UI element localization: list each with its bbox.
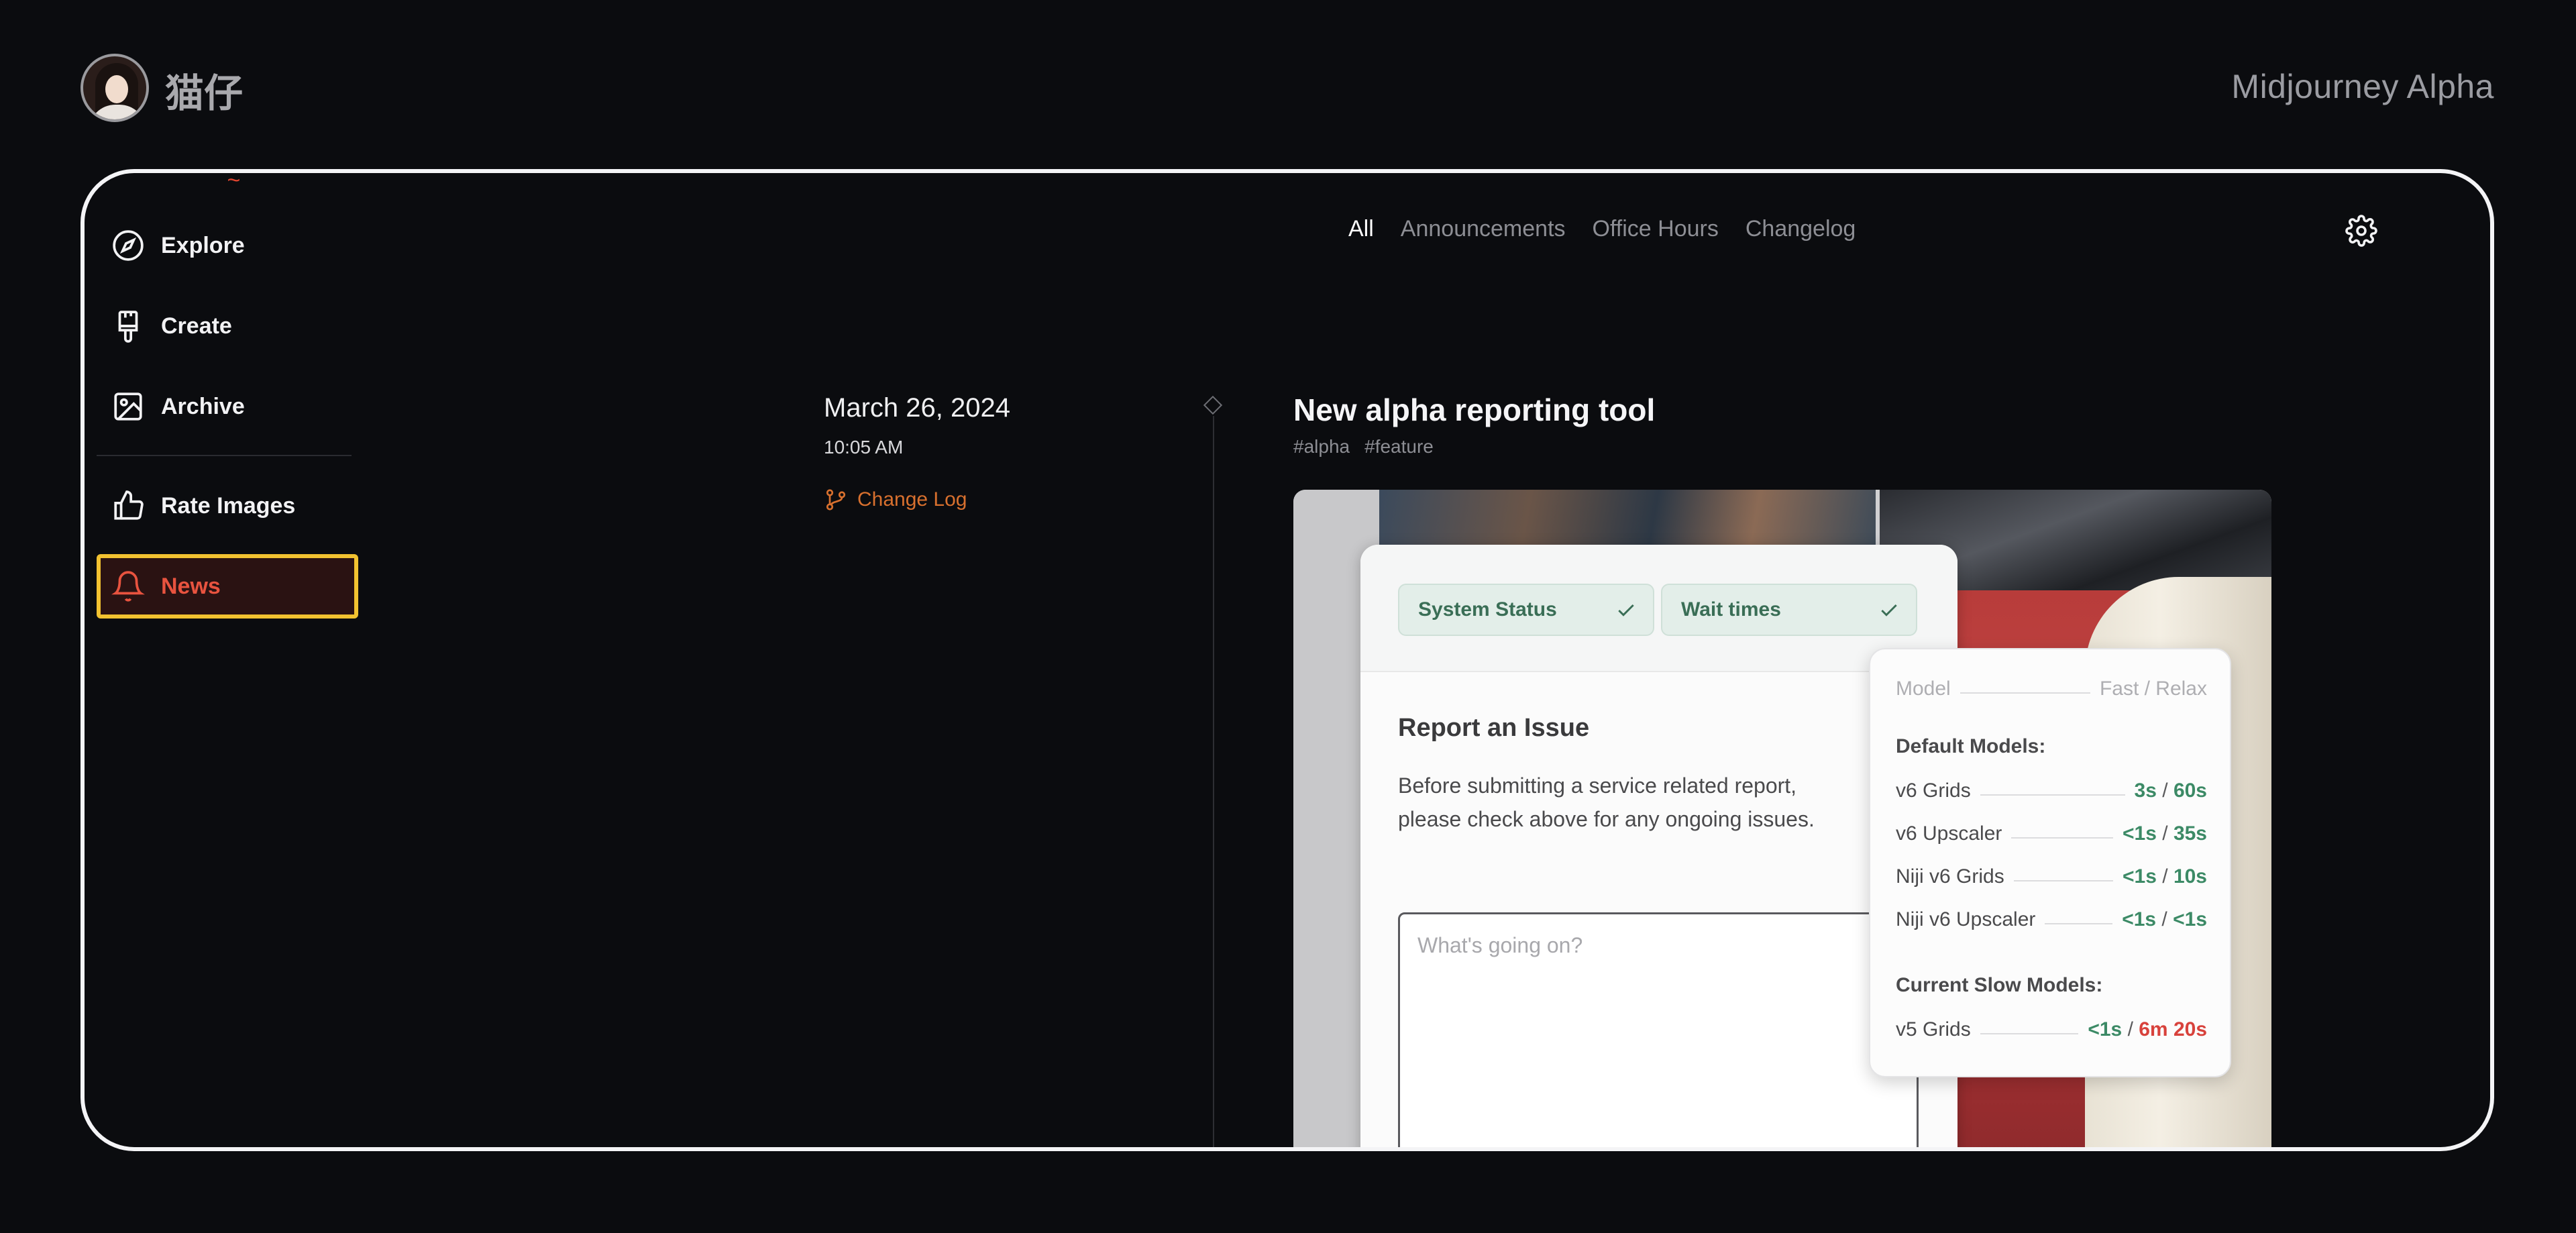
slow-models-heading: Current Slow Models: — [1896, 974, 2103, 996]
thumbs-up-icon — [114, 490, 144, 520]
model-row: v5 Grids <1s / 6m 20s — [1896, 1018, 2207, 1040]
sidebar-item-news[interactable]: News — [97, 554, 358, 619]
top-bar: 猫仔 Midjourney Alpha — [0, 0, 2576, 168]
tab-office-hours[interactable]: Office Hours — [1593, 216, 1719, 242]
fast-time: <1s — [2123, 865, 2157, 888]
model-row: Niji v6 Upscaler <1s / <1s — [1896, 908, 2207, 930]
post-tag[interactable]: #feature — [1364, 436, 1434, 458]
wait-times-popover: Model Fast / Relax Default Models: v6 Gr… — [1869, 648, 2231, 1077]
fast-time: <1s — [2088, 1018, 2123, 1040]
tab-changelog[interactable]: Changelog — [1746, 216, 1856, 242]
decorative-scribble: ~ — [227, 169, 240, 193]
sidebar-item-archive[interactable]: Archive — [97, 374, 358, 439]
report-title: Report an Issue — [1398, 714, 1590, 742]
relax-time: 60s — [2173, 780, 2207, 802]
model-row: v6 Upscaler <1s / 35s — [1896, 822, 2207, 845]
sidebar: Explore Create Archive Rate Images News — [97, 213, 358, 635]
timeline-marker — [1203, 395, 1223, 415]
post-tags: #alpha #feature — [1293, 436, 1434, 458]
popover-header-left: Model — [1896, 678, 1951, 700]
tab-all[interactable]: All — [1348, 216, 1374, 242]
post-date: March 26, 2024 — [824, 393, 1010, 423]
compass-icon — [113, 230, 144, 261]
sidebar-item-label: News — [161, 573, 221, 599]
post-tag[interactable]: #alpha — [1293, 436, 1350, 458]
fast-time: <1s — [2123, 822, 2157, 845]
post-image: System Status Wait times Report an Issue… — [1293, 490, 2271, 1147]
post-category-label: Change Log — [857, 488, 967, 511]
report-panel: System Status Wait times Report an Issue… — [1360, 545, 1957, 1147]
fast-time: <1s — [2122, 908, 2157, 930]
system-status-pill: System Status — [1398, 584, 1654, 636]
sidebar-item-explore[interactable]: Explore — [97, 213, 358, 278]
git-branch-icon — [826, 489, 846, 511]
sidebar-item-label: Rate Images — [161, 492, 296, 519]
image-icon — [114, 392, 142, 421]
pill-label: System Status — [1418, 598, 1557, 621]
sidebar-divider — [97, 455, 352, 456]
post-category-link[interactable]: Change Log — [824, 488, 1010, 512]
main-frame: ~ Explore Create Archive Rate Images New… — [80, 169, 2494, 1151]
model-name: v6 Grids — [1896, 780, 1971, 802]
check-icon — [1881, 604, 1897, 616]
sidebar-item-label: Archive — [161, 393, 245, 419]
wait-times-pill: Wait times — [1661, 584, 1917, 636]
post-meta: March 26, 2024 10:05 AM Change Log — [824, 393, 1010, 512]
sidebar-item-create[interactable]: Create — [97, 294, 358, 358]
gear-icon[interactable] — [2345, 215, 2377, 247]
model-name: v6 Upscaler — [1896, 822, 2002, 845]
news-filter-tabs: All Announcements Office Hours Changelog — [1348, 216, 1856, 242]
tab-announcements[interactable]: Announcements — [1401, 216, 1566, 242]
fast-time: 3s — [2134, 780, 2157, 802]
post-title[interactable]: New alpha reporting tool — [1293, 392, 1655, 428]
sidebar-item-rate-images[interactable]: Rate Images — [97, 474, 358, 538]
paintbrush-icon — [118, 311, 138, 343]
default-models-heading: Default Models: — [1896, 735, 2046, 757]
relax-time: 10s — [2173, 865, 2207, 888]
brand-title: Midjourney Alpha — [2231, 68, 2494, 105]
avatar[interactable] — [80, 54, 149, 122]
popover-header-right: Fast / Relax — [2099, 678, 2207, 700]
status-pills: System Status Wait times — [1360, 545, 1957, 672]
report-textarea — [1398, 912, 1919, 1147]
relax-time: 35s — [2173, 822, 2207, 845]
model-name: Niji v6 Upscaler — [1896, 908, 2036, 930]
timeline-line — [1213, 416, 1214, 1147]
popover-header: Model Fast / Relax — [1896, 674, 2207, 700]
model-name: v5 Grids — [1896, 1018, 1971, 1040]
report-description: Before submitting a service related repo… — [1398, 773, 1815, 831]
relax-time: <1s — [2173, 908, 2207, 930]
check-icon — [1618, 604, 1634, 616]
post-time: 10:05 AM — [824, 437, 904, 458]
pill-label: Wait times — [1681, 598, 1781, 621]
sidebar-item-label: Explore — [161, 232, 245, 258]
relax-time: 6m 20s — [2139, 1018, 2207, 1040]
model-row: v6 Grids 3s / 60s — [1896, 780, 2207, 802]
username[interactable]: 猫仔 — [165, 62, 243, 118]
bell-icon — [111, 571, 145, 602]
model-name: Niji v6 Grids — [1896, 865, 2004, 888]
sidebar-item-label: Create — [161, 313, 232, 339]
model-row: Niji v6 Grids <1s / 10s — [1896, 865, 2207, 888]
